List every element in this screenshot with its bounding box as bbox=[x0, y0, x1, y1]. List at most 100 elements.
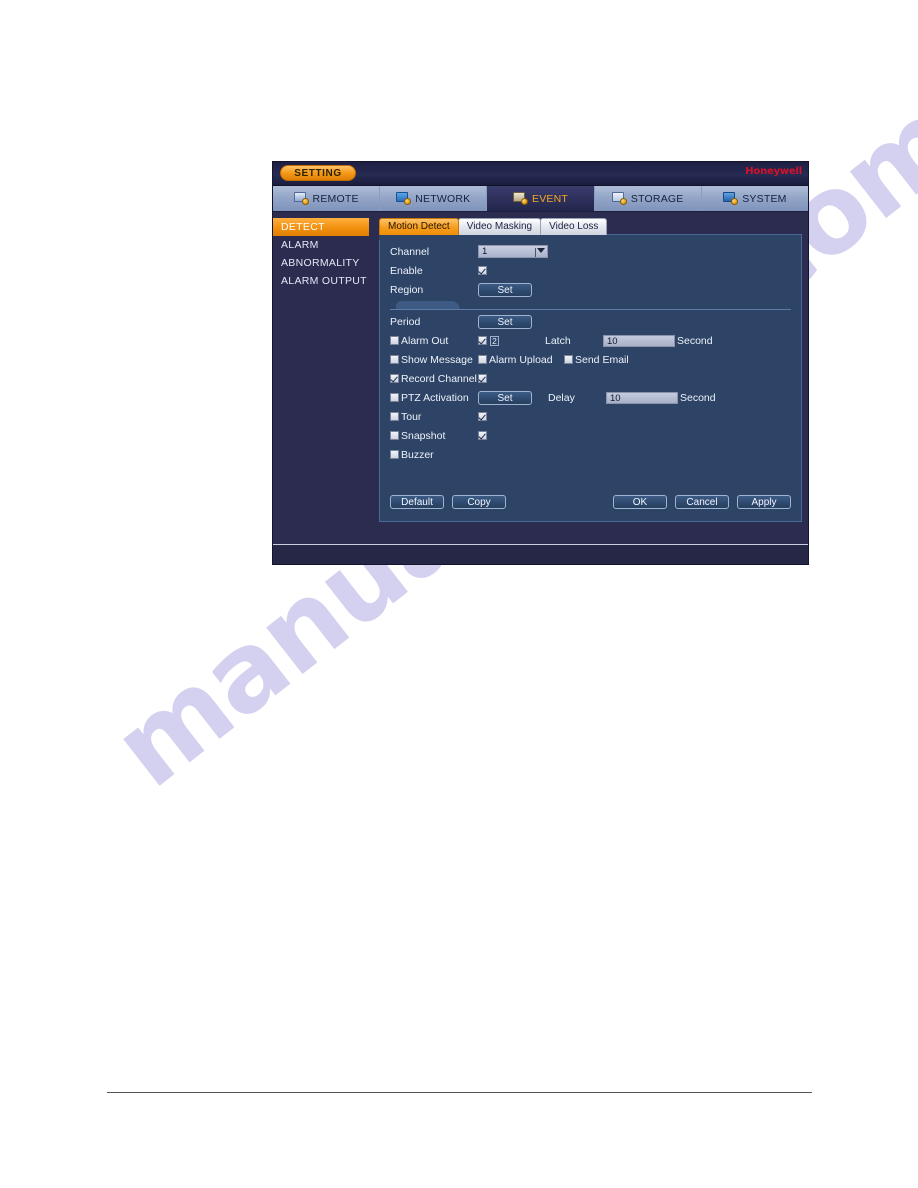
channel-select-value: 1 bbox=[482, 246, 488, 257]
window-body: DETECT ALARM ABNORMALITY ALARM OUTPUT Mo… bbox=[273, 212, 808, 544]
ptz-activation-option[interactable]: PTZ Activation bbox=[390, 392, 478, 404]
nav-tab-label: REMOTE bbox=[312, 192, 359, 205]
show-message-option[interactable]: Show Message bbox=[390, 354, 478, 366]
nav-tab-label: EVENT bbox=[532, 192, 569, 205]
nav-tab-remote[interactable]: REMOTE bbox=[273, 186, 381, 211]
sidebar-item-label: DETECT bbox=[281, 221, 325, 233]
nav-tab-label: NETWORK bbox=[415, 192, 471, 205]
row-snapshot: Snapshot bbox=[390, 426, 791, 445]
row-ptz-activation: PTZ Activation Set Delay 10 Second bbox=[390, 388, 791, 407]
sidebar-item-abnormality[interactable]: ABNORMALITY bbox=[273, 254, 369, 272]
show-message-checkbox[interactable] bbox=[390, 355, 399, 364]
default-button[interactable]: Default bbox=[390, 495, 444, 509]
storage-icon bbox=[611, 192, 627, 205]
motion-detect-panel: Channel 1 Enable Region Set Period Set A… bbox=[379, 234, 802, 522]
panel-button-bar: Default Copy OK Cancel Apply bbox=[390, 495, 791, 509]
delay-input[interactable]: 10 bbox=[606, 391, 678, 404]
divider-line bbox=[390, 309, 791, 310]
alarm-out-channel-checkbox[interactable] bbox=[478, 336, 487, 345]
snapshot-channel-checkbox[interactable] bbox=[478, 431, 487, 440]
ptz-set-button[interactable]: Set bbox=[478, 390, 532, 405]
buzzer-checkbox[interactable] bbox=[390, 450, 399, 459]
ptz-activation-label: PTZ Activation bbox=[401, 391, 469, 404]
latch-label: Latch bbox=[545, 334, 571, 347]
alarm-out-channel-number: 2 bbox=[490, 335, 499, 346]
tab-video-loss[interactable]: Video Loss bbox=[540, 218, 608, 235]
ok-button[interactable]: OK bbox=[613, 495, 667, 509]
tab-video-masking[interactable]: Video Masking bbox=[457, 218, 542, 235]
latch-unit: Second bbox=[677, 334, 713, 347]
row-enable: Enable bbox=[390, 261, 791, 280]
alarm-out-option[interactable]: Alarm Out bbox=[390, 335, 478, 347]
alarm-upload-option[interactable]: Alarm Upload bbox=[478, 354, 564, 366]
region-set-button[interactable]: Set bbox=[478, 282, 532, 297]
enable-label: Enable bbox=[390, 264, 423, 277]
nav-tab-network[interactable]: NETWORK bbox=[380, 186, 488, 211]
alarm-upload-label: Alarm Upload bbox=[489, 353, 553, 366]
remote-icon bbox=[293, 192, 309, 205]
tour-checkbox[interactable] bbox=[390, 412, 399, 421]
row-region: Region Set bbox=[390, 280, 791, 299]
sidebar-menu: DETECT ALARM ABNORMALITY ALARM OUTPUT bbox=[273, 212, 369, 544]
tour-channel-checkbox[interactable] bbox=[478, 412, 487, 421]
sidebar-item-label: ALARM OUTPUT bbox=[281, 275, 367, 287]
sidebar-item-label: ABNORMALITY bbox=[281, 257, 360, 269]
setting-badge[interactable]: SETTING bbox=[280, 165, 356, 181]
section-divider bbox=[390, 300, 791, 310]
buzzer-option[interactable]: Buzzer bbox=[390, 449, 478, 461]
sidebar-item-alarm[interactable]: ALARM bbox=[273, 236, 369, 254]
nav-tab-storage[interactable]: STORAGE bbox=[595, 186, 702, 211]
ptz-activation-checkbox[interactable] bbox=[390, 393, 399, 402]
row-channel: Channel 1 bbox=[390, 242, 791, 261]
alarm-out-checkbox[interactable] bbox=[390, 336, 399, 345]
system-icon bbox=[723, 192, 739, 205]
main-nav-tabs: REMOTE NETWORK EVENT STORAGE SYSTEM bbox=[273, 186, 808, 212]
row-tour: Tour bbox=[390, 407, 791, 426]
dvr-settings-window: SETTING Honeywell REMOTE NETWORK EVENT S… bbox=[272, 161, 809, 565]
record-channel-target-checkbox[interactable] bbox=[478, 374, 487, 383]
row-period: Period Set bbox=[390, 312, 791, 331]
snapshot-checkbox[interactable] bbox=[390, 431, 399, 440]
copy-button[interactable]: Copy bbox=[452, 495, 506, 509]
row-alarm-out: Alarm Out 2 Latch 10 Second bbox=[390, 331, 791, 350]
tab-motion-detect[interactable]: Motion Detect bbox=[379, 218, 459, 235]
tour-label: Tour bbox=[401, 410, 422, 423]
apply-button[interactable]: Apply bbox=[737, 495, 791, 509]
alarm-out-label: Alarm Out bbox=[401, 334, 449, 347]
channel-label: Channel bbox=[390, 245, 430, 258]
window-footer bbox=[273, 544, 808, 564]
page-footer-rule bbox=[107, 1092, 812, 1093]
alarm-upload-checkbox[interactable] bbox=[478, 355, 487, 364]
record-channel-checkbox[interactable] bbox=[390, 374, 399, 383]
latch-input[interactable]: 10 bbox=[603, 334, 675, 347]
period-label: Period bbox=[390, 315, 421, 328]
nav-tab-label: STORAGE bbox=[630, 192, 684, 205]
period-set-button[interactable]: Set bbox=[478, 314, 532, 329]
channel-select[interactable]: 1 bbox=[478, 245, 548, 258]
chevron-down-icon bbox=[537, 248, 545, 253]
enable-checkbox[interactable] bbox=[478, 266, 487, 275]
tab-label: Video Masking bbox=[466, 221, 533, 232]
nav-tab-system[interactable]: SYSTEM bbox=[702, 186, 808, 211]
send-email-label: Send Email bbox=[575, 353, 629, 366]
send-email-option[interactable]: Send Email bbox=[564, 354, 629, 366]
snapshot-option[interactable]: Snapshot bbox=[390, 430, 478, 442]
sidebar-item-label: ALARM bbox=[281, 239, 319, 251]
content-area: Motion Detect Video Masking Video Loss C… bbox=[369, 212, 808, 544]
show-message-label: Show Message bbox=[401, 353, 473, 366]
delay-unit: Second bbox=[680, 391, 716, 404]
sub-tabs: Motion Detect Video Masking Video Loss bbox=[379, 218, 802, 235]
right-button-group: OK Cancel Apply bbox=[613, 495, 791, 509]
record-channel-option[interactable]: Record Channel bbox=[390, 373, 478, 385]
nav-tab-label: SYSTEM bbox=[742, 192, 787, 205]
cancel-button[interactable]: Cancel bbox=[675, 495, 729, 509]
send-email-checkbox[interactable] bbox=[564, 355, 573, 364]
sidebar-item-alarm-output[interactable]: ALARM OUTPUT bbox=[273, 272, 369, 290]
tab-label: Video Loss bbox=[549, 221, 599, 232]
row-notifications: Show Message Alarm Upload Send Email bbox=[390, 350, 791, 369]
nav-tab-event[interactable]: EVENT bbox=[487, 186, 595, 211]
tab-label: Motion Detect bbox=[388, 221, 450, 232]
tour-option[interactable]: Tour bbox=[390, 411, 478, 423]
sidebar-item-detect[interactable]: DETECT bbox=[273, 218, 369, 236]
honeywell-logo: Honeywell bbox=[745, 166, 802, 177]
